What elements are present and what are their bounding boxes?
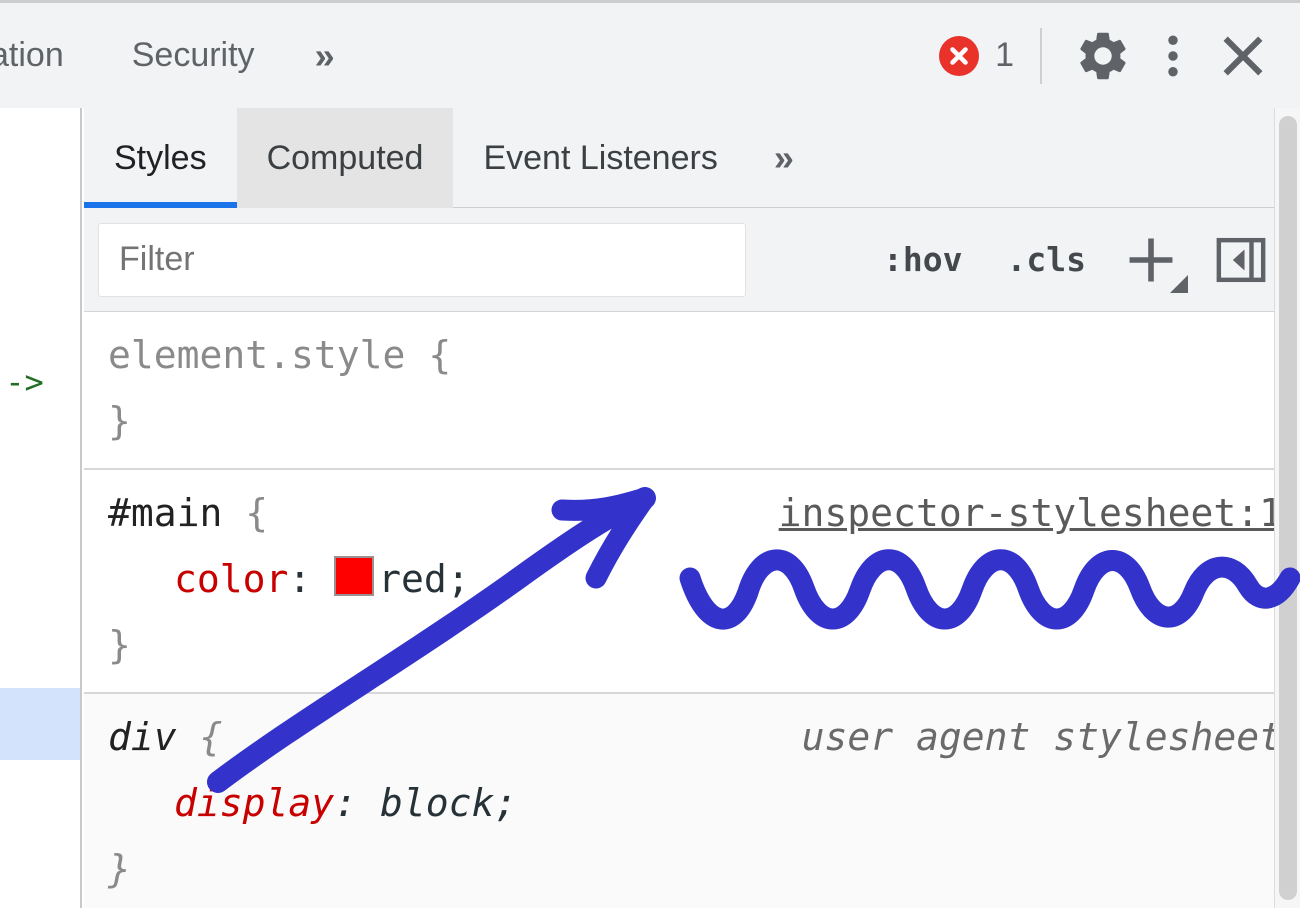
close-icon[interactable]: [1208, 21, 1278, 91]
rule-close-line: }: [84, 388, 1300, 454]
panel-tab-label: Security: [131, 36, 255, 74]
new-style-rule-button[interactable]: [1108, 223, 1194, 297]
rule-selector-line[interactable]: div {: [84, 704, 1300, 770]
toggle-sidebar-button[interactable]: [1202, 223, 1280, 297]
tab-computed[interactable]: Computed: [236, 108, 454, 208]
rule-selector-line[interactable]: element.style {: [84, 322, 1300, 388]
selector-text: div: [108, 715, 177, 759]
tab-label: Computed: [266, 138, 424, 177]
hov-label: :hov: [883, 240, 963, 279]
toggle-sidebar-icon: [1216, 237, 1266, 282]
styles-sidebar-tab-strip: Styles Computed Event Listeners »: [84, 108, 1300, 208]
rule-selector-line[interactable]: #main {: [84, 480, 1300, 546]
toolbar-divider: [1040, 27, 1042, 84]
declaration-property[interactable]: display: [174, 781, 334, 825]
declaration-colon: :: [288, 557, 312, 601]
panel-more-tabs-icon[interactable]: »: [289, 3, 361, 108]
rule-close-line: }: [84, 836, 1300, 902]
color-swatch[interactable]: [334, 556, 375, 596]
filter-action-group: :hov .cls: [861, 223, 1286, 297]
selector-text: element.style: [108, 333, 406, 377]
rule-element-style[interactable]: element.style { }: [84, 312, 1300, 470]
panel-tab-label: ation: [0, 36, 64, 74]
tab-label: Styles: [114, 138, 207, 177]
dom-tree-selected-row[interactable]: [0, 688, 80, 760]
devtools-main-toolbar: ation Security » 1: [0, 0, 1300, 108]
sidebar-more-tabs-icon[interactable]: »: [748, 108, 820, 208]
devtools-split-body: --> Styles Computed Event Listeners »: [0, 108, 1300, 908]
declaration-value[interactable]: block: [380, 781, 494, 825]
dom-tree-pane[interactable]: -->: [0, 108, 82, 908]
rule-close-line: }: [84, 612, 1300, 678]
styles-sidebar-pane: Styles Computed Event Listeners » :hov: [84, 108, 1300, 908]
devtools-window: ation Security » 1: [0, 0, 1300, 908]
open-brace: {: [245, 491, 269, 535]
toggle-class-editor-button[interactable]: .cls: [985, 240, 1108, 279]
chevron-double-right-icon: »: [773, 137, 794, 178]
dropdown-triangle-icon[interactable]: [1170, 274, 1188, 293]
rule-div-user-agent[interactable]: user agent stylesheet div { display: blo…: [84, 694, 1300, 908]
styles-pane-scrollbar[interactable]: [1274, 108, 1300, 908]
error-circle-icon: [939, 35, 980, 76]
tab-event-listeners[interactable]: Event Listeners: [453, 108, 747, 208]
filter-input[interactable]: [98, 222, 746, 297]
rule-main[interactable]: inspector-stylesheet:1 #main { color: re…: [84, 470, 1300, 694]
styles-rules-list: element.style { } inspector-stylesheet:1…: [84, 312, 1300, 908]
tab-label: Event Listeners: [483, 138, 718, 177]
close-brace: }: [108, 623, 131, 667]
styles-filter-toolbar: :hov .cls: [84, 208, 1300, 312]
open-brace: {: [199, 715, 223, 759]
open-brace: {: [428, 333, 452, 377]
kebab-menu-icon[interactable]: [1138, 21, 1208, 91]
close-brace: }: [108, 399, 131, 443]
toolbar-right-actions: 1: [939, 3, 1300, 108]
selector-text: #main: [108, 491, 223, 535]
chevron-double-right-icon: »: [314, 34, 335, 76]
gear-icon[interactable]: [1068, 21, 1138, 91]
panel-tab-security[interactable]: Security: [98, 3, 289, 108]
error-counter[interactable]: 1: [939, 35, 1014, 76]
cls-label: .cls: [1006, 240, 1086, 279]
scrollbar-thumb[interactable]: [1279, 116, 1297, 900]
dom-comment-end-text: -->: [0, 363, 44, 401]
error-count-label: 1: [995, 36, 1014, 74]
tab-styles[interactable]: Styles: [84, 108, 237, 208]
declaration-colon: :: [334, 781, 358, 825]
declaration-row[interactable]: color: red;: [84, 546, 1300, 612]
declaration-semicolon: ;: [494, 781, 518, 825]
close-brace: }: [108, 847, 131, 891]
declaration-row[interactable]: display: block;: [84, 770, 1300, 836]
panel-tab-strip: ation Security »: [0, 3, 361, 108]
toggle-pseudo-states-button[interactable]: :hov: [861, 240, 984, 279]
declaration-value[interactable]: red: [378, 557, 447, 601]
declaration-semicolon: ;: [446, 557, 470, 601]
declaration-property[interactable]: color: [174, 557, 288, 601]
panel-tab-application-truncated[interactable]: ation: [0, 3, 98, 108]
